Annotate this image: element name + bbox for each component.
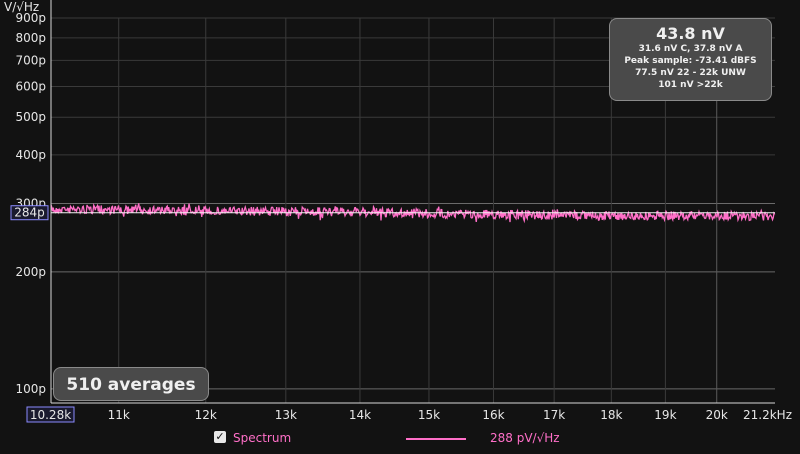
averages-badge: 510 averages (53, 367, 209, 401)
x-tick-label: 10.28k (30, 408, 71, 422)
x-tick-label: 13k (275, 408, 297, 422)
x-tick-label: 12k (195, 408, 217, 422)
x-tick-label: 14k (349, 408, 371, 422)
y-axis-label: V/√Hz (4, 0, 39, 14)
x-tick-label: 19k (654, 408, 676, 422)
x-tick-label: 21.2kHz (743, 408, 792, 422)
y-axis-ticks: 900p800p700p600p500p400p300p200p100p (15, 11, 46, 396)
x-tick-label: 18k (600, 408, 622, 422)
stats-line-2: Peak sample: -73.41 dBFS (624, 56, 757, 66)
x-axis-ticks: 10.28k 11k 12k 13k 14k 15k 16k 17k 18k 19k 20k 21.2… (26, 406, 792, 423)
legend-value-label: 288 pV/√Hz (490, 431, 560, 445)
spectrum-checkbox[interactable]: ✓ (214, 431, 226, 443)
stats-line-3: 77.5 nV 22 - 22k UNW (635, 68, 746, 78)
stats-line-1: 31.6 nV C, 37.8 nV A (638, 44, 743, 54)
y-tick-label: 600p (15, 79, 46, 93)
stats-line-4: 101 nV >22k (658, 80, 723, 90)
cursor-label: 284p (14, 206, 45, 220)
x-tick-label: 17k (543, 408, 565, 422)
y-tick-label: 100p (15, 382, 46, 396)
stats-main-value: 43.8 nV (656, 24, 725, 43)
y-tick-label: 400p (15, 148, 46, 162)
legend-line-swatch (406, 438, 466, 440)
x-tick-label: 16k (482, 408, 504, 422)
legend-series-label[interactable]: Spectrum (233, 431, 291, 445)
y-tick-label: 200p (15, 265, 46, 279)
x-tick-label: 15k (418, 408, 440, 422)
x-tick-label: 20k (706, 408, 728, 422)
stats-panel: 43.8 nV 31.6 nV C, 37.8 nV A Peak sample… (609, 18, 772, 101)
y-tick-label: 700p (15, 53, 46, 67)
legend: ✓ Spectrum 288 pV/√Hz (0, 430, 800, 450)
y-tick-label: 500p (15, 110, 46, 124)
y-tick-label: 800p (15, 31, 46, 45)
x-tick-label: 11k (108, 408, 130, 422)
